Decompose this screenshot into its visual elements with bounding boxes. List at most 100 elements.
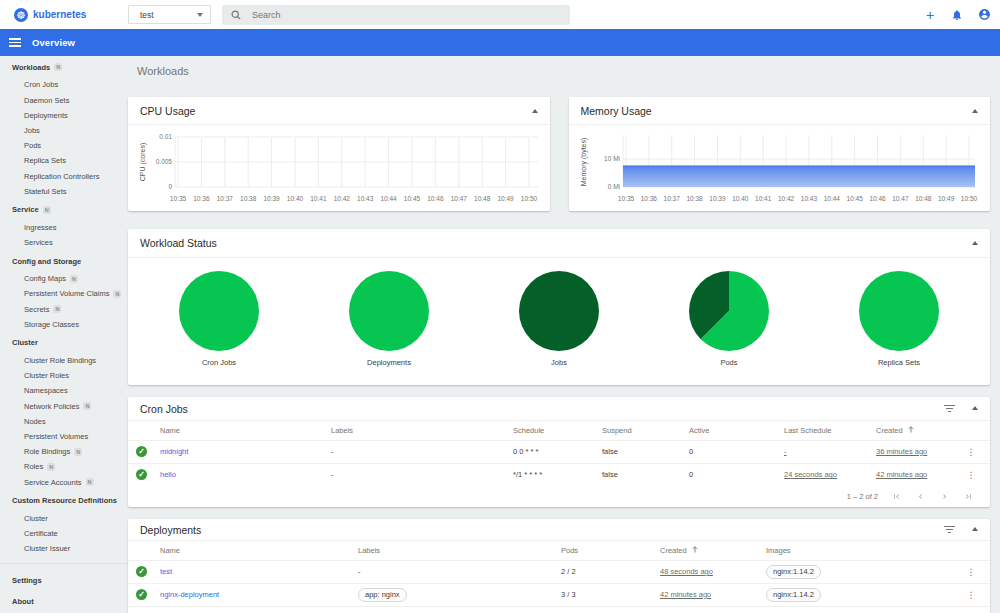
cron-job-name-link[interactable]: hello [160,470,176,479]
column-header-label: Pods [561,546,578,555]
column-header-label: Labels [331,426,353,435]
sidebar-item-replication-controllers[interactable]: Replication Controllers [0,169,128,184]
collapse-arrow-icon[interactable] [532,109,538,113]
cpu-usage-chart: 0.010.005010:3510:3610:3710:3810:3910:40… [128,125,550,215]
column-header[interactable]: Pods [553,541,652,560]
filter-icon[interactable] [944,405,955,413]
sidebar-group-config-and-storage[interactable]: Config and Storage [0,253,128,268]
svg-text:10:41: 10:41 [755,195,772,202]
search-input[interactable]: Search [222,5,570,25]
sidebar-item-ingresses[interactable]: Ingresses [0,220,128,235]
first-page-icon[interactable] [892,492,901,501]
pie-label: Pods [720,358,737,367]
svg-text:10:45: 10:45 [846,195,863,202]
toolbar: Overview [0,29,1000,56]
sidebar-item-label: Settings [12,576,42,585]
last-page-icon[interactable] [964,492,973,501]
sidebar-item-settings[interactable]: Settings [0,570,128,591]
sidebar-item-stateful-sets[interactable]: Stateful Sets [0,184,128,199]
column-header[interactable]: Suspend [594,421,681,440]
sidebar-item-label: Service Accounts [24,478,82,487]
sidebar-item-label: Persistent Volumes [24,432,88,441]
row-menu-kebab-icon[interactable]: ⋮ [952,560,990,583]
sidebar-item-jobs[interactable]: Jobs [0,123,128,138]
collapse-arrow-icon[interactable] [972,109,978,113]
sidebar-item-label: Ingresses [24,223,57,232]
sidebar-item-persistent-volume-claims[interactable]: Persistent Volume ClaimsN [0,286,128,301]
sort-arrow-icon [692,546,698,553]
workload-status-card: Workload Status Cron JobsDeploymentsJobs… [128,229,990,385]
column-header[interactable]: Name [152,541,350,560]
column-header-label: Name [160,546,180,555]
svg-text:10:40: 10:40 [287,195,304,202]
sidebar-item-label: Cluster [24,514,48,523]
sidebar-item-deployments[interactable]: Deployments [0,108,128,123]
cron-jobs-card: Cron Jobs Name Labels ScheduleSuspendActiv… [128,397,990,507]
column-header[interactable]: Labels [323,421,505,440]
cron-jobs-title: Cron Jobs [140,403,188,415]
sidebar-item-service-accounts[interactable]: Service AccountsN [0,474,128,489]
column-header[interactable]: Created [868,421,952,440]
sidebar-item-cluster-role-bindings[interactable]: Cluster Role Bindings [0,353,128,368]
column-header[interactable]: Active [681,421,776,440]
column-header[interactable]: Labels [350,541,553,560]
filter-icon[interactable] [944,526,955,534]
svg-text:10:37: 10:37 [217,195,234,202]
user-account-icon[interactable] [977,8,991,22]
sidebar-item-cluster-issuer[interactable]: Cluster Issuer [0,541,128,556]
sidebar-item-pods[interactable]: Pods [0,138,128,153]
cron-job-name-link[interactable]: midnight [160,447,188,456]
sidebar-item-label: Cluster Role Bindings [24,356,96,365]
deployment-name-link[interactable]: test [160,567,172,576]
sidebar-group-custom-resource-definitions[interactable]: Custom Resource Definitions [0,493,128,508]
sidebar-group-cluster[interactable]: Cluster [0,335,128,350]
workload-status-pods: Pods [644,271,814,367]
column-header[interactable]: Last Schedule [776,421,868,440]
row-menu-kebab-icon[interactable]: ⋮ [952,440,990,463]
column-header-label: Name [160,426,180,435]
sidebar-item-certificate[interactable]: Certificate [0,526,128,541]
sidebar-item-persistent-volumes[interactable]: Persistent Volumes [0,429,128,444]
notifications-bell-icon[interactable] [950,8,964,22]
column-header[interactable]: Created [652,541,758,560]
sidebar-item-storage-classes[interactable]: Storage Classes [0,317,128,332]
sidebar-item-secrets[interactable]: SecretsN [0,302,128,317]
deployment-name-link[interactable]: nginx-deployment [160,590,219,599]
sidebar-item-namespaces[interactable]: Namespaces [0,383,128,398]
sidebar-item-config-maps[interactable]: Config MapsN [0,271,128,286]
sidebar-item-services[interactable]: Services [0,235,128,250]
column-header[interactable]: Images [758,541,952,560]
sidebar-group-service[interactable]: ServiceN [0,202,128,217]
collapse-arrow-icon[interactable] [972,406,978,410]
menu-hamburger-icon[interactable] [9,38,21,47]
cell-schedule: */1 * * * * [513,470,542,479]
sidebar-item-role-bindings[interactable]: Role BindingsN [0,444,128,459]
namespace-select-value: test [140,10,154,20]
sidebar-item-nodes[interactable]: Nodes [0,414,128,429]
sidebar-group-workloads[interactable]: WorkloadsN [0,60,128,75]
row-menu-kebab-icon[interactable]: ⋮ [952,463,990,486]
sidebar-item-label: Config Maps [24,274,66,283]
sidebar-item-network-policies[interactable]: Network PoliciesN [0,398,128,413]
cell-suspend: false [602,470,618,479]
column-header[interactable]: Name [152,421,323,440]
namespace-select[interactable]: test [128,5,211,24]
column-header[interactable]: Schedule [505,421,594,440]
brand[interactable]: ☸ kubernetes [0,8,128,22]
sidebar-item-replica-sets[interactable]: Replica Sets [0,153,128,168]
prev-page-icon[interactable] [916,492,925,501]
cell-schedule: 0 0 * * * [513,447,538,456]
sidebar-item-roles[interactable]: RolesN [0,459,128,474]
sidebar-item-cluster[interactable]: Cluster [0,511,128,526]
next-page-icon[interactable] [940,492,949,501]
collapse-arrow-icon[interactable] [972,241,978,245]
collapse-arrow-icon[interactable] [972,527,978,531]
sidebar-item-cluster-roles[interactable]: Cluster Roles [0,368,128,383]
row-menu-kebab-icon[interactable]: ⋮ [952,583,990,606]
cell-labels: - [358,567,361,576]
sidebar-item-cron-jobs[interactable]: Cron Jobs [0,77,128,92]
sidebar-item-about[interactable]: About [0,591,128,612]
deployment-row: ✓nginx-deploymentapp: nginx3 / 342 minut… [128,583,990,606]
sidebar-item-daemon-sets[interactable]: Daemon Sets [0,93,128,108]
create-resource-button[interactable]: + [923,8,937,22]
